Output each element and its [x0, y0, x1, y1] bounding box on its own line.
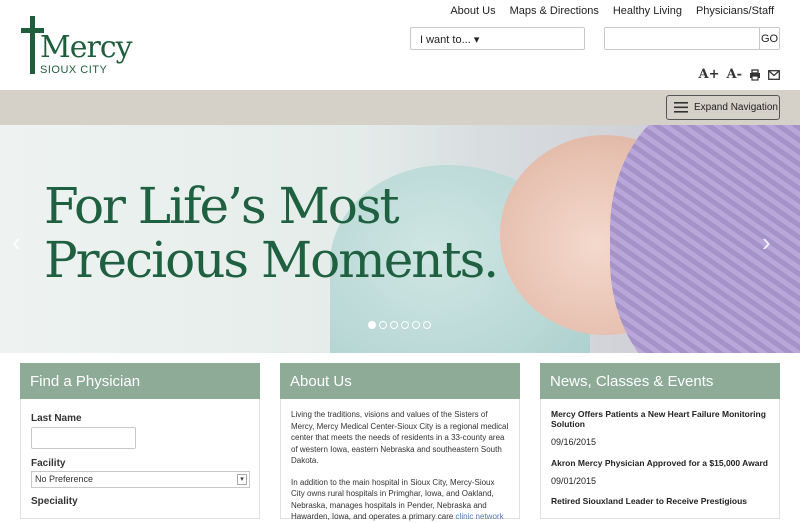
- search-go-button[interactable]: GO: [759, 28, 779, 49]
- utility-nav: About Us Maps & Directions Healthy Livin…: [450, 5, 774, 17]
- news-item-date: 09/01/2015: [551, 475, 597, 486]
- carousel-next-icon[interactable]: ›: [762, 227, 771, 258]
- nav-healthy-living[interactable]: Healthy Living: [613, 5, 682, 17]
- news-item-date: 09/16/2015: [551, 437, 597, 447]
- facility-select-value: No Preference: [35, 474, 94, 484]
- content-columns: Find a Physician Last Name Facility No P…: [0, 353, 800, 521]
- news-item-title[interactable]: Mercy Offers Patients a New Heart Failur…: [551, 409, 769, 429]
- carousel-prev-icon[interactable]: ‹: [12, 227, 21, 258]
- last-name-input[interactable]: [31, 426, 136, 449]
- mercy-logo[interactable]: Mercy SIOUX CITY: [18, 16, 133, 78]
- chevron-down-icon: ▾: [237, 474, 247, 485]
- find-physician-title: Find a Physician: [20, 363, 260, 399]
- about-us-panel: About Us Living the traditions, visions …: [280, 363, 520, 521]
- news-item[interactable]: Mercy Offers Patients a New Heart Failur…: [551, 409, 769, 449]
- expand-navigation-button[interactable]: Expand Navigation: [666, 95, 780, 120]
- hero-headline-line2: Precious Moments.: [44, 231, 499, 289]
- hero-carousel: For Life’s Most Precious Moments. ‹ ›: [0, 125, 800, 353]
- nav-about-us[interactable]: About Us: [450, 5, 495, 17]
- carousel-dot[interactable]: [412, 321, 420, 329]
- font-decrease-button[interactable]: A-: [727, 67, 742, 82]
- news-list: Mercy Offers Patients a New Heart Failur…: [540, 399, 780, 519]
- carousel-dots: [368, 321, 431, 329]
- logo-city: SIOUX CITY: [40, 64, 108, 76]
- printer-icon[interactable]: [749, 68, 761, 81]
- carousel-dot[interactable]: [390, 321, 398, 329]
- news-item[interactable]: Akron Mercy Physician Approved for a $15…: [551, 458, 769, 488]
- i-want-to-label: I want to...: [420, 34, 471, 46]
- news-title: News, Classes & Events: [540, 363, 780, 399]
- about-us-paragraph-1: Living the traditions, visions and value…: [291, 410, 509, 465]
- hero-knit-hat-image: [610, 125, 800, 353]
- hero-headline: For Life’s Most Precious Moments.: [44, 177, 499, 289]
- hamburger-icon: [674, 102, 688, 113]
- find-physician-panel: Find a Physician Last Name Facility No P…: [20, 363, 260, 519]
- facility-select[interactable]: No Preference ▾: [31, 471, 250, 488]
- logo-wordmark: Mercy: [40, 30, 133, 65]
- font-increase-button[interactable]: A+: [699, 67, 720, 82]
- hero-headline-line1: For Life’s Most: [44, 177, 400, 235]
- chevron-down-icon: ▾: [473, 34, 480, 46]
- facility-label: Facility: [31, 457, 66, 469]
- envelope-icon[interactable]: [768, 69, 780, 80]
- main-nav-bar: Expand Navigation: [0, 90, 800, 125]
- news-item[interactable]: Retired Siouxland Leader to Receive Pres…: [551, 496, 769, 506]
- nav-physicians-staff[interactable]: Physicians/Staff: [696, 5, 774, 17]
- about-us-paragraph-2: In addition to the main hospital in Siou…: [291, 477, 509, 523]
- page-tools: A+ A-: [699, 67, 780, 82]
- nav-maps-directions[interactable]: Maps & Directions: [510, 5, 599, 17]
- about-us-body: Living the traditions, visions and value…: [280, 399, 520, 521]
- search-box: GO: [604, 27, 780, 50]
- clinic-network-link[interactable]: clinic network: [456, 512, 504, 521]
- search-input[interactable]: [605, 28, 759, 49]
- find-physician-form: Last Name Facility No Preference ▾ Speci…: [20, 399, 260, 519]
- site-header: Mercy SIOUX CITY About Us Maps & Directi…: [0, 0, 800, 90]
- news-panel: News, Classes & Events Mercy Offers Pati…: [540, 363, 780, 519]
- carousel-dot[interactable]: [379, 321, 387, 329]
- last-name-label: Last Name: [31, 413, 82, 424]
- news-item-title[interactable]: Akron Mercy Physician Approved for a $15…: [551, 458, 769, 468]
- carousel-dot[interactable]: [368, 321, 376, 329]
- expand-navigation-label: Expand Navigation: [694, 102, 778, 113]
- i-want-to-dropdown[interactable]: I want to... ▾: [410, 27, 585, 50]
- speciality-label: Speciality: [31, 496, 78, 507]
- carousel-dot[interactable]: [401, 321, 409, 329]
- carousel-dot[interactable]: [423, 321, 431, 329]
- news-item-title[interactable]: Retired Siouxland Leader to Receive Pres…: [551, 496, 769, 506]
- about-us-title: About Us: [280, 363, 520, 399]
